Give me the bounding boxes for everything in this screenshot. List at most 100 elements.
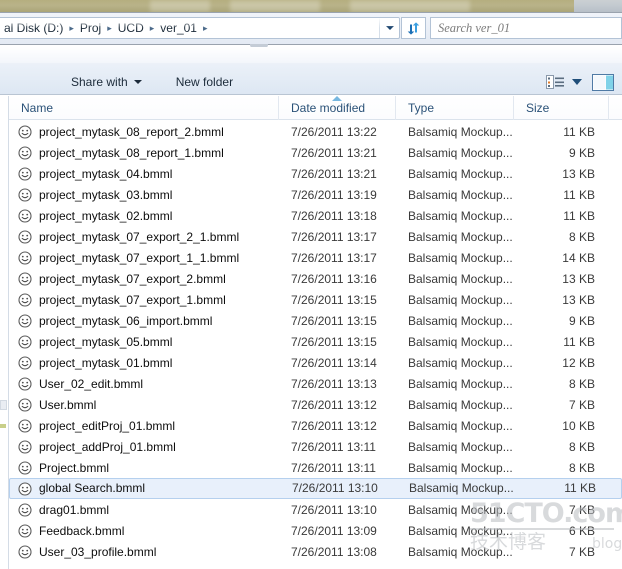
breadcrumb-segment-2[interactable]: UCD xyxy=(116,18,146,38)
table-row[interactable]: project_mytask_06_import.bmml 7/26/2011 1… xyxy=(9,310,622,331)
file-name-cell[interactable]: project_mytask_04.bmml xyxy=(9,163,279,184)
file-name-cell[interactable]: Project.bmml xyxy=(9,457,279,478)
table-row[interactable]: User_03_profile.bmml 7/26/2011 13:08 Balsa… xyxy=(9,541,622,562)
breadcrumb[interactable]: al Disk (D:) ▸ Proj ▸ UCD ▸ ver_01 ▸ xyxy=(0,17,400,39)
file-size-label: 13 KB xyxy=(562,166,595,181)
new-folder-button[interactable]: New folder xyxy=(167,70,242,94)
file-name-cell[interactable]: project_mytask_05.bmml xyxy=(9,331,279,352)
breadcrumb-separator-icon[interactable]: ▸ xyxy=(65,18,78,38)
breadcrumb-segment-0[interactable]: al Disk (D:) xyxy=(2,18,65,38)
file-name-cell[interactable]: project_mytask_07_export_1_1.bmml xyxy=(9,247,279,268)
column-header-size[interactable]: Size xyxy=(514,95,609,120)
table-row[interactable]: project_editProj_01.bmml 7/26/2011 13:12 B… xyxy=(9,415,622,436)
table-row[interactable]: project_mytask_07_export_2_1.bmml 7/26/20… xyxy=(9,226,622,247)
chevron-down-icon[interactable] xyxy=(379,18,399,38)
table-row[interactable]: User.bmml 7/26/2011 13:12 Balsamiq Mockup.… xyxy=(9,394,622,415)
file-name-label: project_mytask_07_export_2.bmml xyxy=(39,271,226,286)
file-date-cell: 7/26/2011 13:12 xyxy=(279,415,396,436)
file-name-cell[interactable]: project_mytask_03.bmml xyxy=(9,184,279,205)
file-size-cell: 7 KB xyxy=(514,541,609,562)
file-name-cell[interactable]: project_mytask_06_import.bmml xyxy=(9,310,279,331)
file-name-label: project_mytask_08_report_2.bmml xyxy=(39,124,224,139)
file-size-label: 9 KB xyxy=(568,313,595,328)
breadcrumb-separator-icon[interactable]: ▸ xyxy=(199,18,212,38)
file-name-cell[interactable]: User_02_edit.bmml xyxy=(9,373,279,394)
file-date-cell: 7/26/2011 13:21 xyxy=(279,163,396,184)
file-size-cell: 12 KB xyxy=(514,352,609,373)
file-date-cell: 7/26/2011 13:18 xyxy=(279,205,396,226)
table-row[interactable]: project_mytask_04.bmml 7/26/2011 13:21 Bal… xyxy=(9,163,622,184)
file-name-cell[interactable]: project_mytask_07_export_1.bmml xyxy=(9,289,279,310)
change-view-button[interactable] xyxy=(540,70,588,94)
file-name-cell[interactable]: project_mytask_07_export_2.bmml xyxy=(9,268,279,289)
file-name-label: global Search.bmml xyxy=(39,481,146,495)
file-date-cell: 7/26/2011 13:14 xyxy=(279,352,396,373)
file-type-cell: Balsamiq Mockup... xyxy=(396,205,514,226)
share-with-button[interactable]: Share with xyxy=(62,70,151,94)
file-type-label: Balsamiq Mockup... xyxy=(408,439,513,454)
file-name-cell[interactable]: drag01.bmml xyxy=(9,499,279,520)
file-name-label: project_mytask_01.bmml xyxy=(39,355,173,370)
file-type-cell: Balsamiq Mockup... xyxy=(396,394,514,415)
table-row[interactable]: project_mytask_02.bmml 7/26/2011 13:18 Bal… xyxy=(9,205,622,226)
file-name-label: project_mytask_07_export_1.bmml xyxy=(39,292,226,307)
file-size-label: 8 KB xyxy=(568,439,595,454)
table-row[interactable]: project_mytask_07_export_1.bmml 7/26/2011… xyxy=(9,289,622,310)
file-list[interactable]: project_mytask_08_report_2.bmml 7/26/2011… xyxy=(9,121,622,569)
file-type-cell: Balsamiq Mockup... xyxy=(396,520,514,541)
file-date-cell: 7/26/2011 13:21 xyxy=(279,142,396,163)
navigation-pane-item-fragment[interactable] xyxy=(0,400,7,410)
table-row[interactable]: Project.bmml 7/26/2011 13:11 Balsamiq Mock… xyxy=(9,457,622,478)
table-row[interactable]: User_02_edit.bmml 7/26/2011 13:13 Balsamiq… xyxy=(9,373,622,394)
table-row[interactable]: project_addProj_01.bmml 7/26/2011 13:11 Ba… xyxy=(9,436,622,457)
table-row[interactable]: project_mytask_08_report_2.bmml 7/26/2011… xyxy=(9,121,622,142)
column-header-name[interactable]: Name xyxy=(9,95,279,120)
file-name-cell[interactable]: project_mytask_02.bmml xyxy=(9,205,279,226)
navigation-pane-item-highlight[interactable] xyxy=(0,424,6,428)
file-name-cell[interactable]: global Search.bmml xyxy=(10,478,280,499)
file-name-cell[interactable]: project_mytask_07_export_2_1.bmml xyxy=(9,226,279,247)
file-name-cell[interactable]: project_mytask_08_report_2.bmml xyxy=(9,121,279,142)
table-row[interactable]: drag01.bmml 7/26/2011 13:10 Balsamiq Mocku… xyxy=(9,499,622,520)
file-size-cell: 13 KB xyxy=(514,163,609,184)
file-name-cell[interactable]: User.bmml xyxy=(9,394,279,415)
table-row[interactable]: project_mytask_03.bmml 7/26/2011 13:19 Bal… xyxy=(9,184,622,205)
file-date-label: 7/26/2011 13:18 xyxy=(291,208,377,223)
file-name-cell[interactable]: Feedback.bmml xyxy=(9,520,279,541)
table-row[interactable]: project_mytask_05.bmml 7/26/2011 13:15 Bal… xyxy=(9,331,622,352)
file-date-label: 7/26/2011 13:11 xyxy=(291,439,376,454)
file-size-label: 13 KB xyxy=(562,271,595,286)
file-name-cell[interactable]: project_editProj_01.bmml xyxy=(9,415,279,436)
file-type-label: Balsamiq Mockup... xyxy=(408,271,513,286)
search-input[interactable]: Search ver_01 xyxy=(430,17,622,39)
column-header-type-label: Type xyxy=(408,100,435,115)
table-row[interactable]: project_mytask_01.bmml 7/26/2011 13:14 Bal… xyxy=(9,352,622,373)
file-type-cell: Balsamiq Mockup... xyxy=(396,352,514,373)
file-type-label: Balsamiq Mockup... xyxy=(408,124,513,139)
breadcrumb-separator-icon[interactable]: ▸ xyxy=(146,18,159,38)
share-with-label: Share with xyxy=(71,75,128,89)
file-name-cell[interactable]: project_mytask_08_report_1.bmml xyxy=(9,142,279,163)
column-header-date-modified[interactable]: Date modified xyxy=(279,95,396,120)
breadcrumb-separator-icon[interactable]: ▸ xyxy=(103,18,116,38)
table-row[interactable]: Feedback.bmml 7/26/2011 13:09 Balsamiq Moc… xyxy=(9,520,622,541)
refresh-button[interactable] xyxy=(401,17,426,39)
file-name-cell[interactable]: project_addProj_01.bmml xyxy=(9,436,279,457)
table-row[interactable]: project_mytask_08_report_1.bmml 7/26/2011… xyxy=(9,142,622,163)
file-name-cell[interactable]: project_mytask_01.bmml xyxy=(9,352,279,373)
balsamiq-mockup-icon xyxy=(18,439,32,454)
file-type-cell: Balsamiq Mockup... xyxy=(396,499,514,520)
file-name-label: project_mytask_02.bmml xyxy=(39,208,173,223)
file-type-cell: Balsamiq Mockup... xyxy=(396,226,514,247)
file-name-cell[interactable]: User_03_profile.bmml xyxy=(9,541,279,562)
table-row[interactable]: global Search.bmml 7/26/2011 13:10 Balsami… xyxy=(9,478,622,499)
file-type-cell: Balsamiq Mockup... xyxy=(396,373,514,394)
file-date-label: 7/26/2011 13:08 xyxy=(291,544,377,559)
preview-pane-button[interactable] xyxy=(590,71,616,93)
breadcrumb-segment-1[interactable]: Proj xyxy=(78,18,103,38)
column-header-type[interactable]: Type xyxy=(396,95,514,120)
file-type-cell: Balsamiq Mockup... xyxy=(396,289,514,310)
table-row[interactable]: project_mytask_07_export_1_1.bmml 7/26/20… xyxy=(9,247,622,268)
table-row[interactable]: project_mytask_07_export_2.bmml 7/26/2011… xyxy=(9,268,622,289)
breadcrumb-segment-3[interactable]: ver_01 xyxy=(158,18,199,38)
